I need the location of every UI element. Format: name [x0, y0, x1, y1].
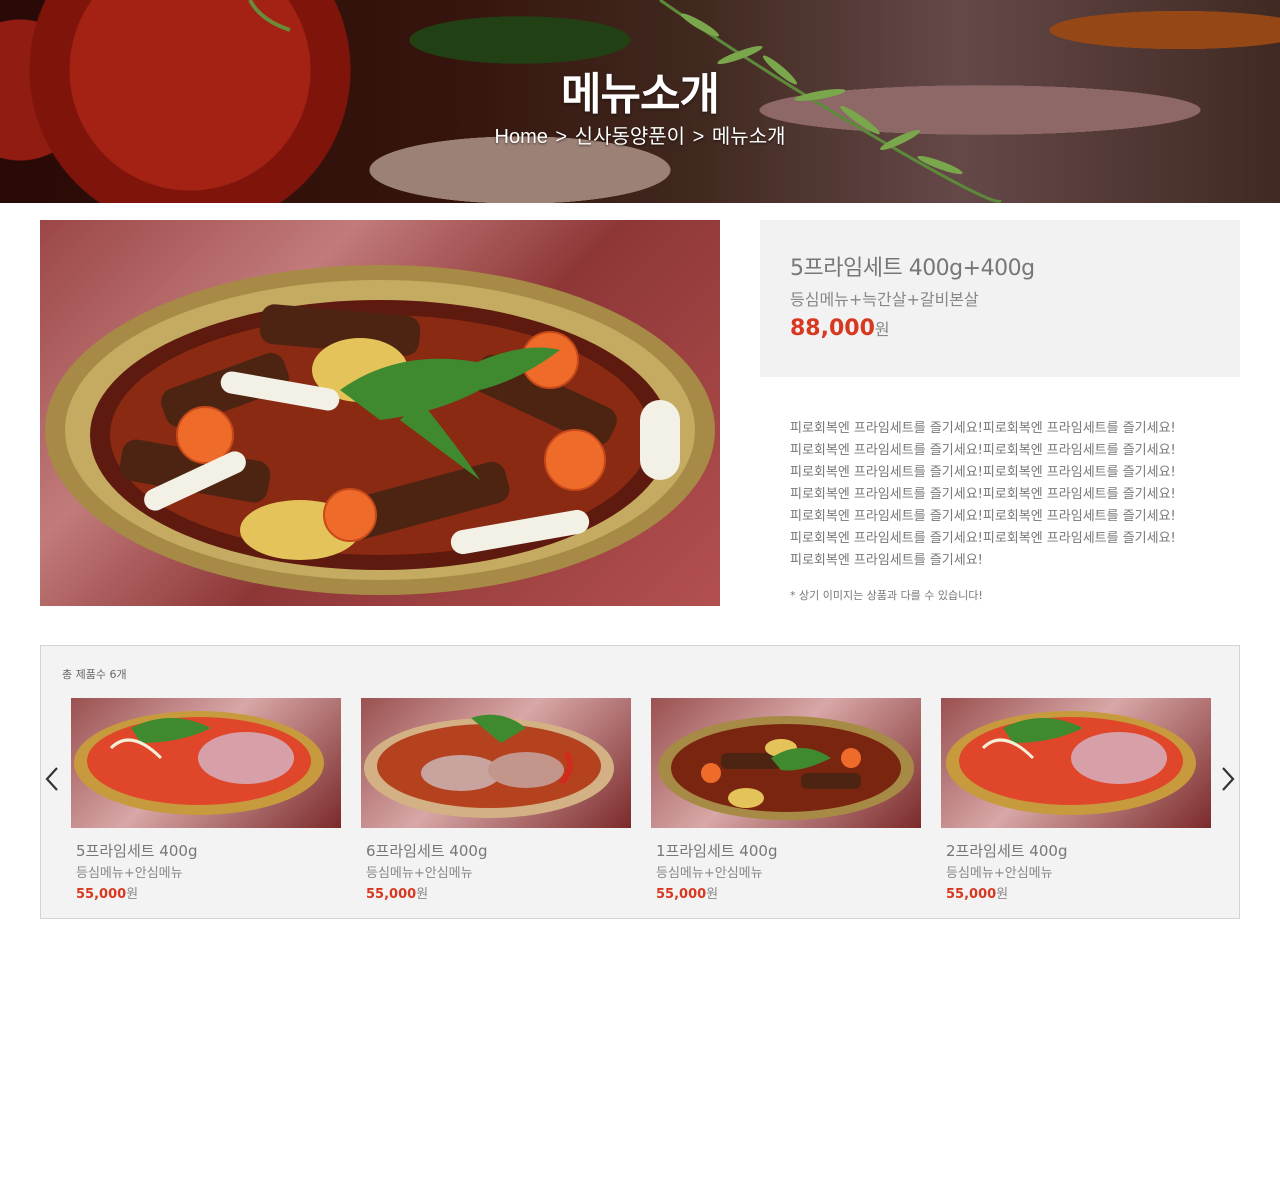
product-card[interactable]: 2프라임세트 400g 등심메뉴+안심메뉴 55,000원 [941, 698, 1211, 902]
hero-banner: 메뉴소개 Home > 신사동양푼이 > 메뉴소개 [0, 0, 1280, 203]
product-name: 5프라임세트 400g+400g [790, 256, 1035, 281]
breadcrumb-current: 메뉴소개 [711, 126, 786, 148]
breadcrumb: Home > 신사동양푼이 > 메뉴소개 [0, 120, 1280, 149]
description-line: 피로회복엔 프라임세트를 즐기세요!피로회복엔 프라임세트를 즐기세요! [790, 509, 1176, 524]
product-thumbnail[interactable] [941, 698, 1211, 828]
hotpot-image [364, 714, 614, 818]
card-price-value: 55,000 [366, 887, 417, 902]
card-price: 55,000원 [941, 883, 1211, 902]
card-subtitle: 등심메뉴+안심메뉴 [656, 866, 763, 881]
card-price-currency: 원 [416, 887, 429, 902]
chevron-left-icon [45, 767, 58, 791]
card-name: 1프라임세트 400g [656, 842, 778, 860]
product-card[interactable]: 1프라임세트 400g 등심메뉴+안심메뉴 55,000원 [651, 698, 921, 902]
image-disclaimer: * 상기 이미지는 상품과 다를 수 있습니다! [790, 589, 983, 602]
description-line: 피로회복엔 프라임세트를 즐기세요! [790, 553, 983, 568]
card-name: 5프라임세트 400g [76, 842, 198, 860]
description-line: 피로회복엔 프라임세트를 즐기세요!피로회복엔 프라임세트를 즐기세요! [790, 465, 1176, 480]
product-card[interactable]: 6프라임세트 400g 등심메뉴+안심메뉴 55,000원 [361, 698, 631, 902]
description-line: 피로회복엔 프라임세트를 즐기세요!피로회복엔 프라임세트를 즐기세요! [790, 421, 1176, 436]
card-price-value: 55,000 [946, 887, 997, 902]
product-card[interactable]: 5프라임세트 400g 등심메뉴+안심메뉴 55,000원 [71, 698, 341, 902]
card-subtitle: 등심메뉴+안심메뉴 [946, 866, 1053, 881]
product-main-image [40, 220, 720, 606]
carousel-next-button[interactable] [1215, 763, 1239, 795]
card-price-value: 55,000 [656, 887, 707, 902]
stew-pot-illustration [40, 220, 720, 606]
breadcrumb-separator: > [555, 126, 568, 148]
card-price-currency: 원 [996, 887, 1009, 902]
breadcrumb-brand[interactable]: 신사동양푼이 [575, 126, 685, 148]
description-line: 피로회복엔 프라임세트를 즐기세요!피로회복엔 프라임세트를 즐기세요! [790, 531, 1176, 546]
chevron-right-icon [1222, 767, 1235, 791]
product-description: 피로회복엔 프라임세트를 즐기세요!피로회복엔 프라임세트를 즐기세요! 피로회… [790, 418, 1230, 572]
carousel-prev-button[interactable] [41, 763, 65, 795]
product-count: 총 제품수 6개 [62, 668, 127, 681]
product-info-panel: 5프라임세트 400g+400g 등심메뉴+늑간살+갈비본살 88,000원 [760, 220, 1240, 377]
product-price: 88,000원 [790, 316, 1210, 341]
card-subtitle: 등심메뉴+안심메뉴 [366, 866, 473, 881]
breadcrumb-separator: > [692, 126, 705, 148]
card-name: 2프라임세트 400g [946, 842, 1068, 860]
product-subtitle: 등심메뉴+늑간살+갈비본살 [790, 290, 979, 309]
card-price: 55,000원 [71, 883, 341, 902]
card-price-currency: 원 [126, 887, 139, 902]
card-price: 55,000원 [361, 883, 631, 902]
product-price-value: 88,000 [790, 316, 875, 341]
hotpot-image [946, 711, 1196, 815]
description-line: 피로회복엔 프라임세트를 즐기세요!피로회복엔 프라임세트를 즐기세요! [790, 443, 1176, 458]
description-line: 피로회복엔 프라임세트를 즐기세요!피로회복엔 프라임세트를 즐기세요! [790, 487, 1176, 502]
product-price-currency: 원 [874, 320, 890, 339]
product-thumbnail[interactable] [71, 698, 341, 828]
card-subtitle: 등심메뉴+안심메뉴 [76, 866, 183, 881]
card-price-value: 55,000 [76, 887, 127, 902]
product-carousel: 총 제품수 6개 5프라임세트 400g 등심메뉴+안심메뉴 55,000원 6… [40, 645, 1240, 919]
card-price-currency: 원 [706, 887, 719, 902]
card-price: 55,000원 [651, 883, 921, 902]
card-name: 6프라임세트 400g [366, 842, 488, 860]
hotpot-image [74, 711, 324, 815]
product-thumbnail[interactable] [361, 698, 631, 828]
product-thumbnail[interactable] [651, 698, 921, 828]
hotpot-image [658, 716, 914, 820]
page-title: 메뉴소개 [561, 69, 720, 120]
breadcrumb-home[interactable]: Home [495, 126, 548, 148]
